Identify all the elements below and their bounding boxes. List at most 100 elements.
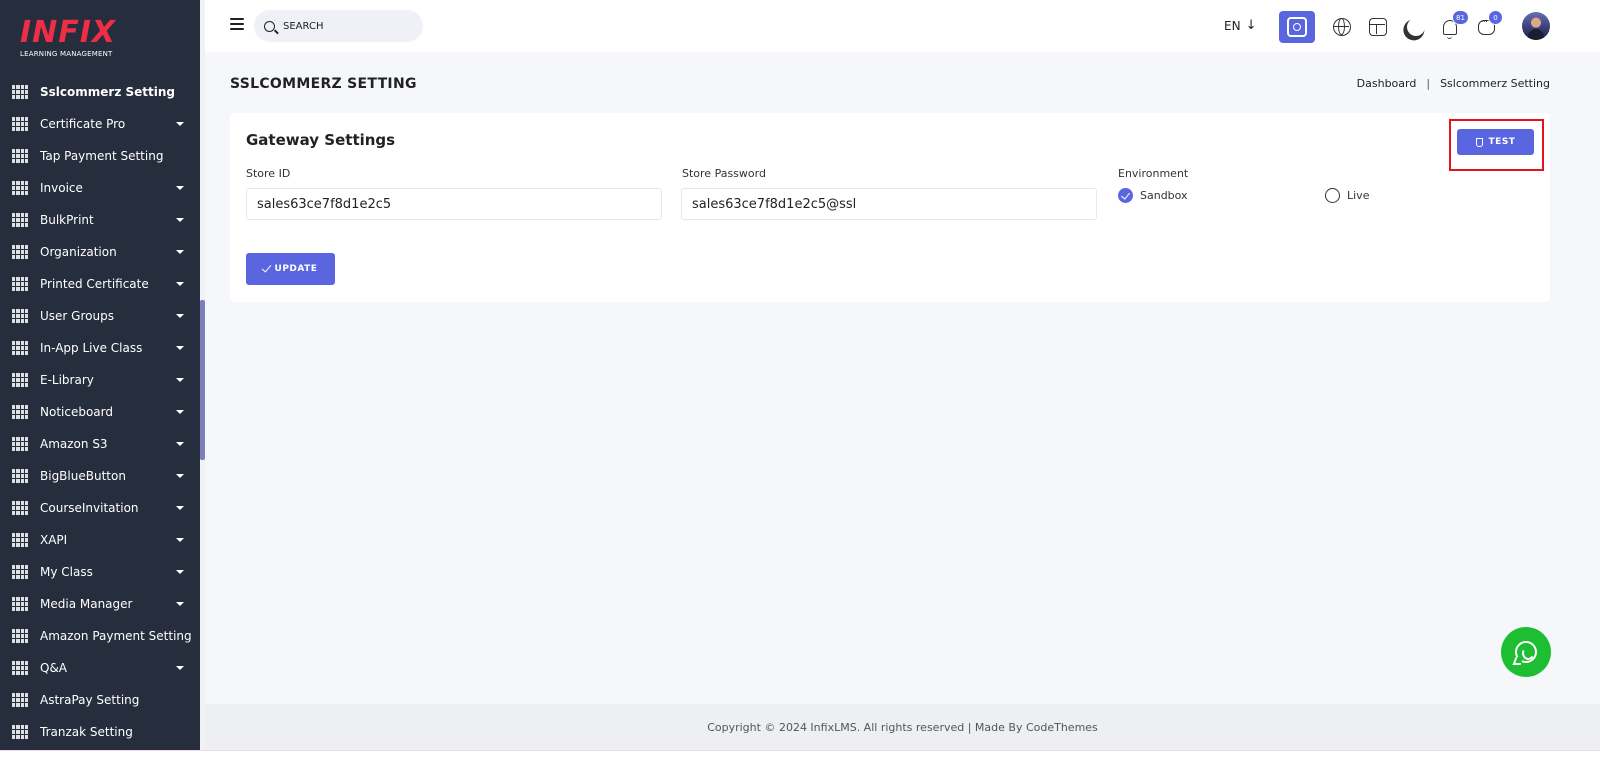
breadcrumb-current: Sslcommerz Setting bbox=[1440, 77, 1550, 90]
grid-icon bbox=[12, 469, 28, 483]
sidebar-item-bigbluebutton[interactable]: BigBlueButton bbox=[0, 460, 200, 492]
grid-icon bbox=[12, 565, 28, 579]
sidebar-item-e-library[interactable]: E-Library bbox=[0, 364, 200, 396]
sidebar-item-label: Organization bbox=[40, 245, 117, 259]
sidebar-item-label: Amazon S3 bbox=[40, 437, 108, 451]
whatsapp-icon bbox=[1515, 641, 1537, 663]
sidebar-item-in-app-live-class[interactable]: In-App Live Class bbox=[0, 332, 200, 364]
sidebar-item-label: Certificate Pro bbox=[40, 117, 126, 131]
sandbox-radio[interactable]: Sandbox bbox=[1118, 188, 1188, 203]
sidebar-scroll-thumb[interactable] bbox=[200, 300, 205, 460]
search-icon bbox=[264, 20, 275, 32]
test-button[interactable]: TEST bbox=[1457, 129, 1534, 155]
store-password-label: Store Password bbox=[682, 167, 766, 180]
test-button-label: TEST bbox=[1488, 137, 1516, 147]
caret-down-icon bbox=[176, 570, 184, 574]
caret-down-icon bbox=[176, 442, 184, 446]
notifications-button[interactable]: 81 bbox=[1432, 10, 1469, 43]
sidebar-item-amazon-s3[interactable]: Amazon S3 bbox=[0, 428, 200, 460]
page-title: SSLCOMMERZ SETTING bbox=[230, 76, 417, 92]
sidebar-item-label: Noticeboard bbox=[40, 405, 113, 419]
sidebar-item-tranzak-setting[interactable]: Tranzak Setting bbox=[0, 716, 200, 748]
top-header: EN ↓ 81 0 bbox=[205, 0, 1600, 52]
sidebar-item-xapi[interactable]: XAPI bbox=[0, 524, 200, 556]
sidebar-item-courseinvitation[interactable]: CourseInvitation bbox=[0, 492, 200, 524]
breadcrumb-separator: | bbox=[1426, 77, 1431, 90]
brand-logo[interactable]: INFIX LEARNING MANAGEMENT bbox=[20, 18, 150, 62]
environment-label: Environment bbox=[1118, 167, 1189, 180]
sidebar-item-label: E-Library bbox=[40, 373, 94, 387]
sidebar-item-amazon-payment-setting[interactable]: Amazon Payment Setting bbox=[0, 620, 200, 652]
search-input[interactable] bbox=[283, 20, 413, 32]
sidebar-item-label: Sslcommerz Setting bbox=[40, 85, 175, 99]
grid-icon bbox=[12, 725, 28, 739]
grid-icon bbox=[12, 149, 28, 163]
radio-checked-icon bbox=[1118, 188, 1133, 203]
grid-icon bbox=[12, 85, 28, 99]
sidebar-item-bulkprint[interactable]: BulkPrint bbox=[0, 204, 200, 236]
search-box[interactable] bbox=[254, 10, 423, 42]
brand-tagline: LEARNING MANAGEMENT bbox=[20, 50, 113, 58]
sidebar-item-label: Tap Payment Setting bbox=[40, 149, 164, 163]
arrow-down-icon: ↓ bbox=[1245, 18, 1257, 33]
sidebar-item-label: BulkPrint bbox=[40, 213, 94, 227]
user-avatar[interactable] bbox=[1522, 12, 1550, 40]
messages-button[interactable]: 0 bbox=[1468, 10, 1504, 43]
sidebar-item-label: XAPI bbox=[40, 533, 68, 547]
dark-mode-toggle[interactable] bbox=[1395, 11, 1431, 43]
sidebar-item-sslcommerz-setting[interactable]: Sslcommerz Setting bbox=[0, 76, 200, 108]
sidebar-item-astrapay-setting[interactable]: AstraPay Setting bbox=[0, 684, 200, 716]
sidebar-item-label: AstraPay Setting bbox=[40, 693, 140, 707]
sidebar-item-organization[interactable]: Organization bbox=[0, 236, 200, 268]
breadcrumb: Dashboard | Sslcommerz Setting bbox=[1357, 77, 1550, 90]
flask-icon bbox=[1475, 137, 1483, 147]
grid-icon bbox=[12, 309, 28, 323]
sidebar-item-label: BigBlueButton bbox=[40, 469, 126, 483]
grid-icon bbox=[12, 373, 28, 387]
sidebar-item-label: Printed Certificate bbox=[40, 277, 149, 291]
update-button-label: UPDATE bbox=[274, 264, 318, 274]
check-icon bbox=[261, 262, 271, 273]
sidebar-item-label: CourseInvitation bbox=[40, 501, 139, 515]
menu-icon[interactable] bbox=[230, 18, 244, 30]
caret-down-icon bbox=[176, 122, 184, 126]
language-code: EN bbox=[1224, 18, 1241, 33]
sidebar-menu: Sslcommerz Setting Certificate Pro Tap Pay… bbox=[0, 76, 200, 748]
breadcrumb-dashboard[interactable]: Dashboard bbox=[1357, 77, 1417, 90]
store-id-input[interactable] bbox=[246, 188, 662, 220]
whatsapp-button[interactable] bbox=[1501, 627, 1551, 677]
grid-icon bbox=[12, 405, 28, 419]
grid-icon bbox=[12, 629, 28, 643]
website-button[interactable] bbox=[1324, 11, 1360, 43]
layout-button[interactable] bbox=[1360, 11, 1396, 43]
sidebar-item-user-groups[interactable]: User Groups bbox=[0, 300, 200, 332]
sandbox-radio-label: Sandbox bbox=[1140, 189, 1188, 202]
sidebar-item-label: Amazon Payment Setting bbox=[40, 629, 192, 643]
moon-icon bbox=[1404, 15, 1427, 38]
layout-icon bbox=[1369, 18, 1387, 36]
caret-down-icon bbox=[176, 538, 184, 542]
live-radio[interactable]: Live bbox=[1325, 188, 1369, 203]
sidebar-item-media-manager[interactable]: Media Manager bbox=[0, 588, 200, 620]
sidebar-item-my-class[interactable]: My Class bbox=[0, 556, 200, 588]
sidebar-item-certificate-pro[interactable]: Certificate Pro bbox=[0, 108, 200, 140]
sidebar-item-invoice[interactable]: Invoice bbox=[0, 172, 200, 204]
sidebar: INFIX LEARNING MANAGEMENT Sslcommerz Set… bbox=[0, 0, 205, 767]
sidebar-item-printed-certificate[interactable]: Printed Certificate bbox=[0, 268, 200, 300]
sidebar-item-label: My Class bbox=[40, 565, 93, 579]
sidebar-item-label: Tranzak Setting bbox=[40, 725, 133, 739]
sidebar-scrollbar[interactable] bbox=[200, 0, 205, 767]
globe-icon bbox=[1333, 18, 1351, 36]
chip-button[interactable] bbox=[1279, 11, 1315, 43]
grid-icon bbox=[12, 661, 28, 675]
caret-down-icon bbox=[176, 282, 184, 286]
store-password-input[interactable] bbox=[681, 188, 1097, 220]
grid-icon bbox=[12, 597, 28, 611]
sidebar-item-tap-payment-setting[interactable]: Tap Payment Setting bbox=[0, 140, 200, 172]
language-selector[interactable]: EN ↓ bbox=[1224, 18, 1256, 33]
footer: Copyright © 2024 InfixLMS. All rights re… bbox=[205, 704, 1600, 750]
update-button[interactable]: UPDATE bbox=[246, 253, 335, 285]
grid-icon bbox=[12, 501, 28, 515]
sidebar-item-q-a[interactable]: Q&A bbox=[0, 652, 200, 684]
sidebar-item-noticeboard[interactable]: Noticeboard bbox=[0, 396, 200, 428]
